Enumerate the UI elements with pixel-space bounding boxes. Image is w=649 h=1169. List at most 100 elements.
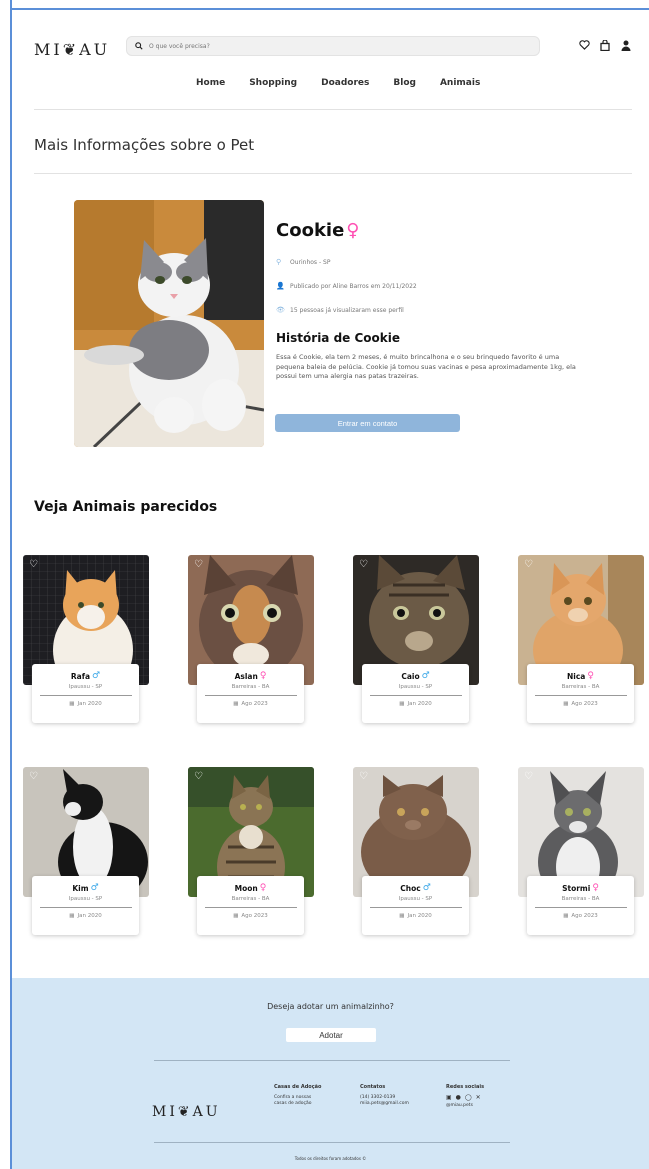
animal-card[interactable]: ♡ Rafa ♂ Ipaussu - SP ▦ Jan 2020 [23,555,149,735]
divider [534,907,627,908]
heart-icon[interactable]: ♡ [524,771,533,782]
adopt-button[interactable]: Adotar [286,1028,376,1042]
animal-info: Moon ♀ Barreiras - BA ▦ Ago 2023 [197,876,304,935]
footer-logo[interactable]: MI❦AU [152,1104,221,1120]
animal-date: Jan 2020 [407,913,432,919]
page: MI❦AU Home Shopping Doadores Blog Animai… [12,10,649,1169]
divider [34,173,632,174]
heart-icon[interactable]: ♡ [359,771,368,782]
pet-views: 👁 15 pessoas já visualizaram esse perfil [276,306,404,314]
animal-card[interactable]: ♡ Stormi ♀ Barreiras - BA ▦ Ago 2023 [518,767,644,947]
divider [204,907,297,908]
animal-info: Caio ♂ Ipaussu - SP ▦ Jan 2020 [362,664,469,723]
footer-contacts: Contatos (14) 3302-0139 miia.pets@gmail.… [360,1084,412,1107]
divider [154,1142,510,1143]
footer-email[interactable]: miia.pets@gmail.com [360,1101,412,1107]
heart-icon[interactable]: ♡ [194,771,203,782]
user-icon[interactable] [620,39,632,51]
nav-blog[interactable]: Blog [393,78,416,88]
animal-name: Kim [72,883,89,893]
pet-published: 👤 Publicado por Aline Barros em 20/11/20… [276,282,417,290]
divider [34,109,632,110]
animal-name: Stormi [562,883,591,893]
pet-views-text: 15 pessoas já visualizaram esse perfil [290,306,404,314]
heart-icon[interactable] [578,39,590,51]
animal-info: Rafa ♂ Ipaussu - SP ▦ Jan 2020 [32,664,139,723]
calendar-icon: ▦ [563,913,569,919]
pet-name: Cookie ♀ [276,220,359,241]
animal-location: Barreiras - BA [231,684,270,690]
animal-info: Kim ♂ Ipaussu - SP ▦ Jan 2020 [32,876,139,935]
animal-date: Ago 2023 [241,913,268,919]
linkedin-icon[interactable]: ▣ [446,1095,452,1101]
search-input[interactable] [149,42,529,50]
calendar-icon: ▦ [233,913,239,919]
footer-social: Redes sociais ▣ ● ◯ ✕ @miau.pets [446,1084,484,1109]
male-icon: ♂ [92,671,101,681]
copyright: Todos os direitos foram adotados © [294,1156,367,1161]
male-icon: ♂ [90,883,99,893]
divider [39,695,132,696]
adopt-question: Deseja adotar um animalzinho? [267,1002,394,1011]
animal-name: Nica [567,671,586,681]
animal-name: Aslan [234,671,258,681]
pet-photo [74,200,264,447]
divider [369,907,462,908]
female-icon: ♀ [259,883,267,893]
pet-location-text: Ourinhos - SP [290,258,331,266]
calendar-icon: ▦ [233,701,239,707]
logo[interactable]: MI❦AU [34,40,110,59]
calendar-icon: ▦ [399,701,405,707]
facebook-icon[interactable]: ● [456,1095,461,1101]
heart-icon[interactable]: ♡ [29,771,38,782]
animal-location: Barreiras - BA [231,896,270,902]
social-handle[interactable]: @miau.pets [446,1103,484,1109]
similar-animals-title: Veja Animais parecidos [34,499,218,515]
footer-adoption-link[interactable]: Confira a nossas casas de adoção [274,1095,324,1107]
animal-card[interactable]: ♡ Moon ♀ Barreiras - BA ▦ Ago 2023 [188,767,314,947]
animal-info: Nica ♀ Barreiras - BA ▦ Ago 2023 [527,664,634,723]
animal-card[interactable]: ♡ Choc ♂ Ipaussu - SP ▦ Jan 2020 [353,767,479,947]
heart-icon[interactable]: ♡ [194,559,203,570]
divider [369,695,462,696]
animal-card[interactable]: ♡ Aslan ♀ Barreiras - BA ▦ Ago 2023 [188,555,314,735]
animal-date: Ago 2023 [241,701,268,707]
animal-date: Ago 2023 [571,701,598,707]
person-icon: 👤 [276,282,285,290]
male-icon: ♂ [421,671,430,681]
female-icon: ♀ [259,671,267,681]
heart-icon[interactable]: ♡ [359,559,368,570]
search-bar[interactable] [126,36,540,56]
animal-date: Jan 2020 [407,701,432,707]
heart-icon[interactable]: ♡ [29,559,38,570]
heart-icon[interactable]: ♡ [524,559,533,570]
animal-location: Barreiras - BA [561,684,600,690]
female-icon: ♀ [587,671,594,681]
shopping-bag-icon[interactable] [599,39,611,51]
nav-doadores[interactable]: Doadores [321,78,369,88]
animal-info: Choc ♂ Ipaussu - SP ▦ Jan 2020 [362,876,469,935]
animal-location: Ipaussu - SP [398,684,433,690]
story-text: Essa é Cookie, ela tem 2 meses, é muito … [276,353,576,380]
female-icon: ♀ [592,883,599,893]
animal-date: Ago 2023 [571,913,598,919]
female-icon: ♀ [346,220,360,241]
location-pin-icon: ⚲ [276,258,282,266]
nav-shopping[interactable]: Shopping [249,78,297,88]
eye-icon: 👁 [276,306,285,314]
x-twitter-icon[interactable]: ✕ [476,1095,481,1101]
animal-card[interactable]: ♡ Nica ♀ Barreiras - BA ▦ Ago 2023 [518,555,644,735]
search-icon [135,42,143,50]
footer-adoption-houses: Casas de Adoção Confira a nossas casas d… [274,1084,324,1107]
pet-published-text: Publicado por Aline Barros em 20/11/2022 [290,282,417,290]
nav-animais[interactable]: Animais [440,78,480,88]
instagram-icon[interactable]: ◯ [465,1095,472,1101]
animal-card[interactable]: ♡ Caio ♂ Ipaussu - SP ▦ Jan 2020 [353,555,479,735]
contact-button[interactable]: Entrar em contato [275,414,460,432]
animal-location: Ipaussu - SP [398,896,433,902]
footer: Deseja adotar um animalzinho? Adotar MI❦… [12,978,649,1169]
pet-location: ⚲ Ourinhos - SP [276,258,330,266]
animal-card[interactable]: ♡ Kim ♂ Ipaussu - SP ▦ Jan 2020 [23,767,149,947]
main-nav: Home Shopping Doadores Blog Animais [196,78,480,88]
nav-home[interactable]: Home [196,78,225,88]
